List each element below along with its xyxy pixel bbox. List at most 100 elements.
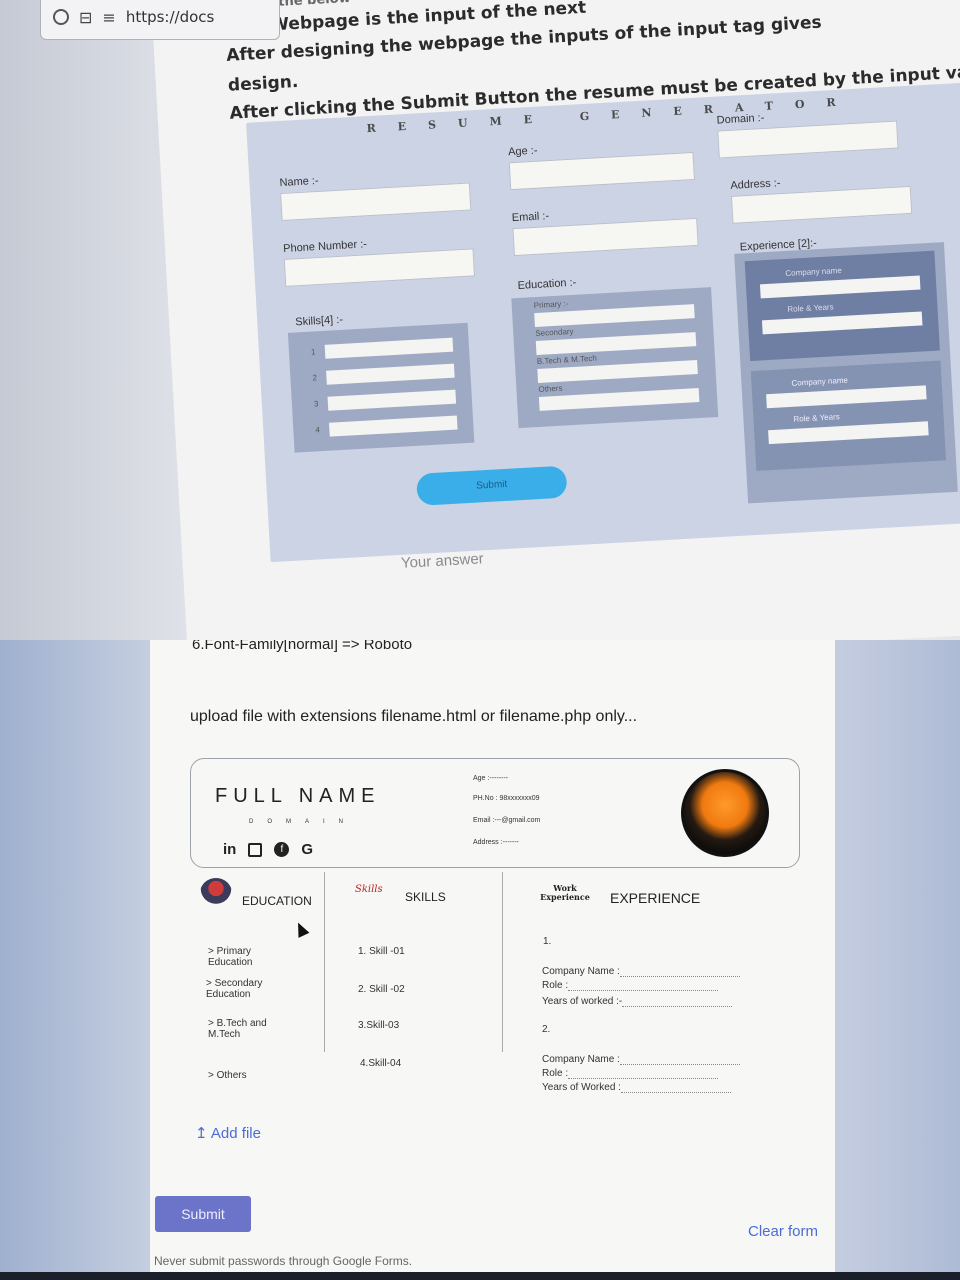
submit-button[interactable]: Submit — [155, 1196, 251, 1232]
add-file-button[interactable]: ↥ Add file — [195, 1124, 261, 1142]
work-experience-icon: Work Experience — [540, 883, 590, 902]
instruction-sheet: Design the below This Webpage is the inp… — [150, 0, 960, 640]
address-value: Address :------- — [473, 839, 519, 846]
instruction-line-4: design. — [227, 71, 299, 96]
company-input[interactable] — [766, 385, 927, 409]
upload-icon: ↥ — [195, 1125, 208, 1142]
edu-label: Others — [538, 383, 563, 394]
role-input[interactable] — [761, 311, 923, 335]
skill-item: 1. Skill -01 — [358, 946, 405, 957]
question-font-family: 6.Font-Family[normal] => Roboto — [192, 640, 413, 653]
education-icon — [200, 878, 232, 908]
bottom-photo: 6.Font-Family[normal] => Roboto upload f… — [0, 640, 960, 1280]
question-upload: upload file with extensions filename.htm… — [190, 708, 638, 725]
add-file-label: Add file — [210, 1125, 261, 1142]
your-answer-field[interactable]: Your answer — [400, 550, 484, 572]
instagram-icon[interactable] — [248, 842, 263, 857]
experience-panel: Company name Role & Years Company name R… — [734, 242, 958, 504]
edu-label: Secondary — [535, 326, 574, 339]
company-input[interactable] — [759, 275, 921, 299]
exp-label: Company name — [785, 265, 843, 278]
age-input[interactable] — [508, 151, 696, 191]
skills-label: Skills[4] :- — [295, 313, 344, 329]
education-item: > Secondary Education — [206, 978, 263, 1000]
experience-number: 2. — [542, 1024, 551, 1035]
phone-value: PH.No : 98xxxxxxx09 — [473, 795, 540, 802]
mouse-cursor — [292, 920, 310, 938]
address-bar[interactable]: ⊟ ≡ https://docs — [40, 0, 280, 40]
footer-warning: Never submit passwords through Google Fo… — [154, 1254, 413, 1268]
name-input[interactable] — [280, 182, 472, 222]
skill-input[interactable] — [327, 389, 457, 411]
linkedin-icon[interactable]: in — [223, 841, 236, 858]
address-label: Address :- — [730, 177, 781, 192]
skill-input[interactable] — [326, 363, 455, 385]
google-form-card: 6.Font-Family[normal] => Roboto upload f… — [150, 640, 840, 1280]
skill-number: 2 — [312, 373, 318, 383]
age-label: Age :- — [507, 144, 538, 159]
age-value: Age :-------- — [473, 775, 508, 782]
photo-screenshot: Design the below This Webpage is the inp… — [0, 0, 960, 1280]
company-name-2: Company Name : — [542, 1054, 740, 1065]
skill-number: 4 — [315, 425, 321, 435]
shield-icon — [53, 9, 69, 25]
role-1: Role : — [542, 980, 719, 991]
full-name: FULL NAME — [215, 785, 381, 807]
role-2: Role : — [542, 1068, 719, 1079]
exp-label: Role & Years — [787, 302, 834, 314]
domain-input[interactable] — [717, 120, 899, 159]
skills-heading: SKILLS — [405, 890, 446, 904]
column-divider — [324, 872, 325, 1052]
education-item: > Primary Education — [208, 946, 253, 968]
google-icon[interactable]: G — [301, 841, 313, 858]
email-value: Email :---@gmail.com — [473, 817, 541, 824]
skills-icon: Skills — [355, 884, 383, 895]
experience-heading: EXPERIENCE — [610, 890, 701, 906]
education-label: Education :- — [517, 276, 577, 292]
edu-label: B.Tech & M.Tech — [536, 353, 598, 366]
email-label: Email :- — [511, 210, 550, 225]
social-links: in f G — [223, 841, 313, 858]
clear-form-link[interactable]: Clear form — [748, 1223, 818, 1240]
name-label: Name :- — [279, 174, 319, 190]
url-text: https://docs — [125, 8, 215, 26]
experience-number: 1. — [543, 936, 552, 947]
skill-number: 3 — [313, 399, 319, 409]
education-panel: Primary :- Secondary B.Tech & M.Tech Oth… — [511, 287, 719, 429]
skill-item: 4.Skill-04 — [360, 1058, 402, 1069]
phone-label: Phone Number :- — [282, 238, 368, 255]
exp-label: Company name — [791, 375, 849, 388]
skill-item: 2. Skill -02 — [358, 984, 405, 995]
skill-input[interactable] — [324, 337, 454, 359]
facebook-icon[interactable]: f — [274, 842, 290, 857]
skills-panel: 1 2 3 4 — [287, 322, 475, 453]
right-margin — [835, 640, 960, 1280]
edu-label: Primary :- — [533, 299, 569, 311]
top-photo: Design the below This Webpage is the inp… — [0, 0, 960, 640]
domain-label: Domain :- — [716, 111, 765, 127]
phone-input[interactable] — [283, 248, 476, 287]
skill-item: 3.Skill-03 — [358, 1020, 400, 1031]
resume-header: FULL NAME DOMAIN in f G Age :-------- PH… — [190, 758, 800, 868]
years-2: Years of Worked : — [542, 1082, 731, 1093]
taskbar — [0, 1272, 960, 1280]
education-heading: EDUCATION — [242, 894, 312, 908]
skill-input[interactable] — [328, 415, 458, 437]
resume-generator-mockup: RESUME GENERATOR Name :- Age :- Domain :… — [246, 82, 960, 572]
experience-block-1: Company name Role & Years — [744, 250, 940, 362]
skill-number: 1 — [310, 347, 316, 357]
address-input[interactable] — [730, 185, 913, 224]
role-input[interactable] — [768, 421, 929, 445]
years-1: Years of worked :- — [542, 996, 733, 1007]
edu-input[interactable] — [538, 388, 700, 411]
education-item: > B.Tech and M.Tech — [208, 1018, 267, 1040]
experience-block-2: Company name Role & Years — [750, 360, 947, 471]
education-item: > Others — [208, 1070, 247, 1081]
email-input[interactable] — [512, 217, 699, 257]
exp-label: Role & Years — [793, 412, 840, 424]
column-divider — [502, 872, 503, 1052]
company-name-1: Company Name : — [542, 966, 740, 977]
generator-submit-button[interactable]: Submit — [415, 465, 568, 506]
domain-text: DOMAIN — [249, 819, 357, 825]
profile-avatar — [681, 769, 769, 857]
